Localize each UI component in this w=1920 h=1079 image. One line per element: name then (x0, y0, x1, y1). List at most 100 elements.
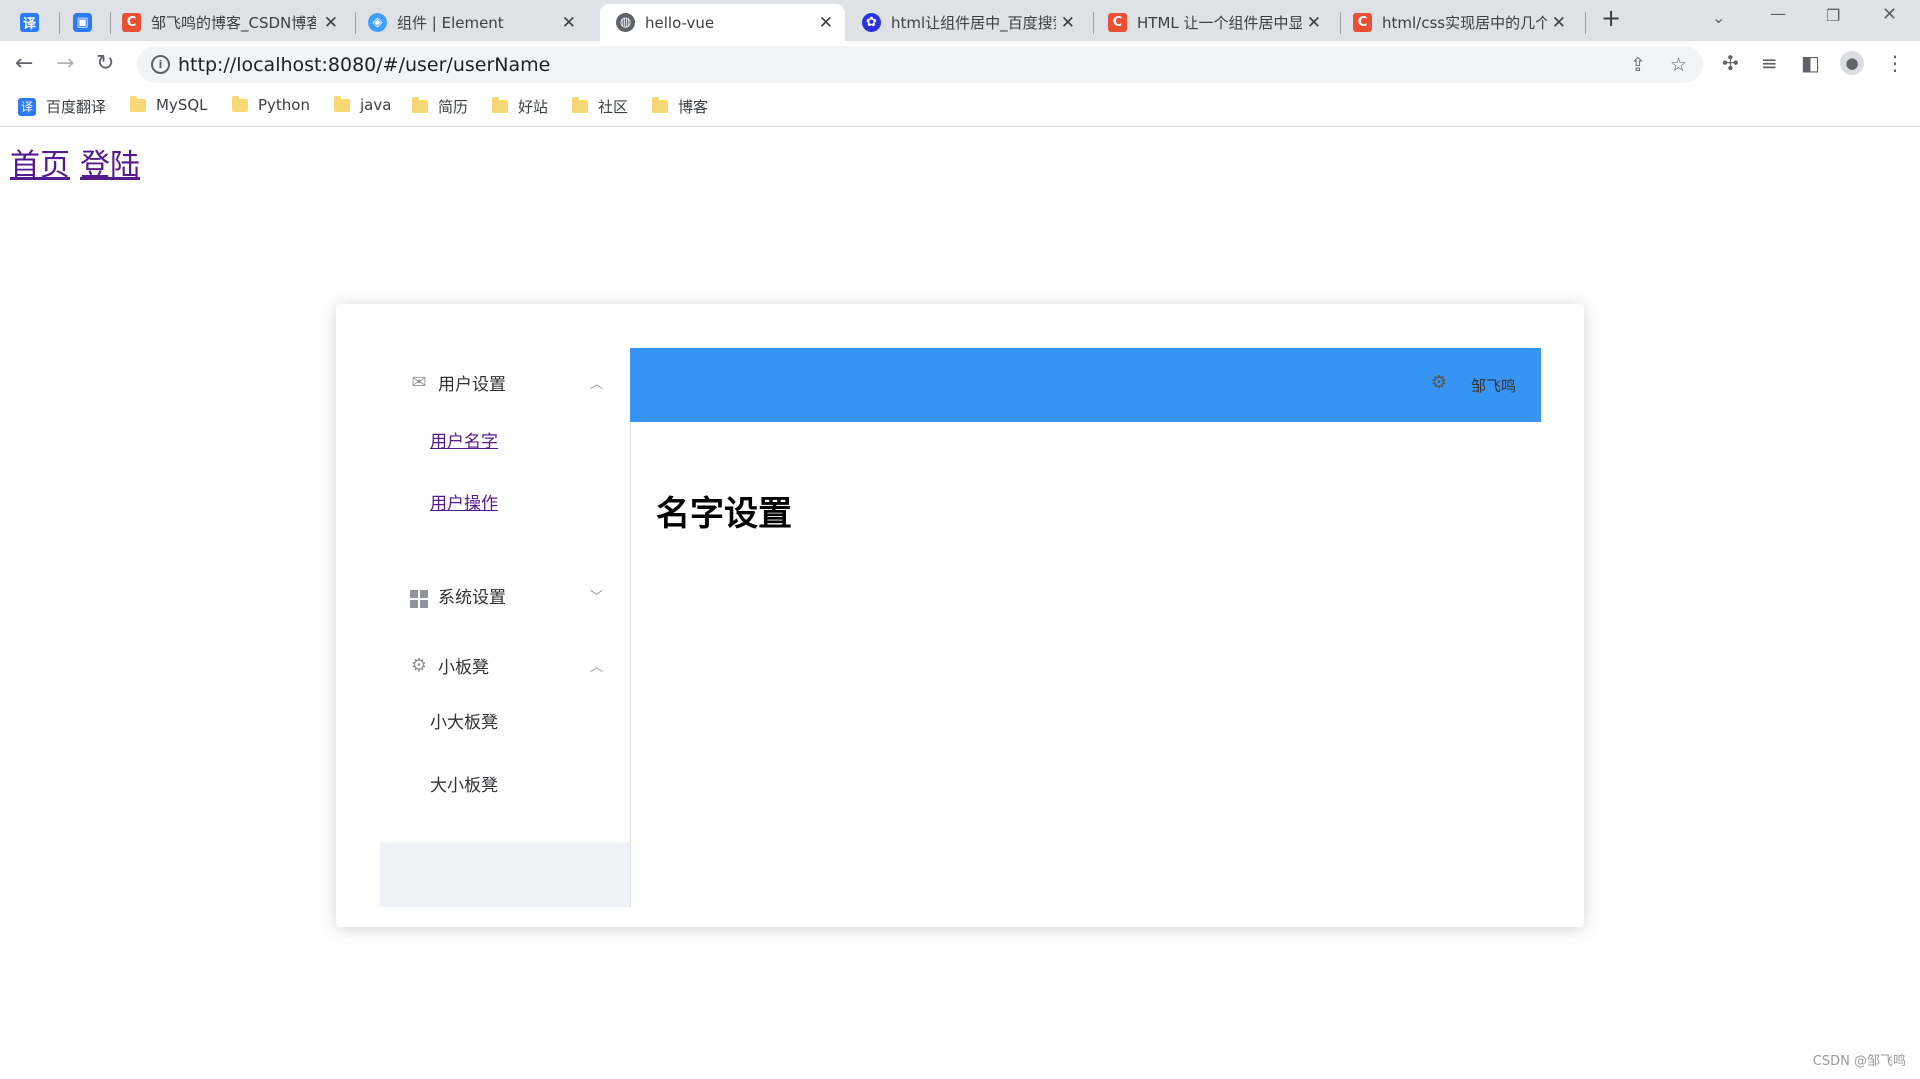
close-icon[interactable]: ✕ (562, 13, 576, 33)
tab-title: html/css实现居中的几个 (1382, 14, 1547, 32)
bookmark-mysql[interactable]: MySQL (130, 95, 208, 114)
reload-icon[interactable]: ↻ (96, 51, 114, 76)
tab-html-center[interactable]: C HTML 让一个组件居中显示 ✕ (1108, 4, 1333, 41)
close-icon[interactable]: ✕ (1061, 13, 1075, 33)
folder-icon (492, 97, 508, 113)
tab-baidu-search[interactable]: ✿ html让组件居中_百度搜索 ✕ (862, 4, 1087, 41)
globe-icon: ◍ (616, 13, 635, 32)
bookmarks-bar: 译 百度翻译 MySQL Python java 简历 好站 社区 博客 (0, 88, 1920, 127)
tab-divider (59, 12, 60, 34)
tab-title: 组件 | Element (397, 14, 504, 32)
bookmark-label: MySQL (156, 96, 208, 114)
message-icon: ✉ (411, 371, 427, 393)
bookmark-blog[interactable]: 博客 (652, 96, 708, 117)
browser-toolbar: ← → ↻ i http://localhost:8080/#/user/use… (0, 41, 1920, 88)
bookmark-java[interactable]: java (334, 95, 392, 114)
close-icon[interactable]: ✕ (324, 13, 338, 33)
tab-divider (110, 12, 111, 34)
side-panel-icon[interactable]: ◧ (1801, 51, 1820, 75)
tab-divider (1340, 12, 1341, 34)
profile-icon[interactable]: ● (1840, 51, 1864, 75)
csdn-icon: C (1108, 13, 1127, 32)
bilibili-icon: ▣ (73, 13, 92, 32)
tab-divider (1585, 12, 1586, 34)
tab-title: HTML 让一个组件居中显示 (1137, 14, 1302, 32)
bookmark-label: 好站 (518, 98, 549, 116)
bookmark-label: java (360, 96, 392, 114)
tab-css-center[interactable]: C html/css实现居中的几个 ✕ (1353, 4, 1578, 41)
back-icon[interactable]: ← (15, 51, 33, 76)
top-nav-links: 首页 登陆 (10, 140, 150, 184)
folder-icon (232, 95, 248, 112)
tab-csdn-blog[interactable]: C 邹飞鸣的博客_CSDN博客 ✕ (122, 4, 350, 41)
reading-list-icon[interactable]: ≡ (1761, 51, 1778, 75)
folder-icon (130, 95, 146, 112)
chevron-up-icon: ︿ (590, 376, 604, 392)
tab-bilibili[interactable]: ▣ (73, 4, 103, 41)
url-text[interactable]: http://localhost:8080/#/user/userName (178, 54, 550, 76)
menu-item-big-small-bench[interactable]: 大小板凳 (430, 766, 498, 806)
browser-tab-bar: 译 ▣ C 邹飞鸣的博客_CSDN博客 ✕ ◈ 组件 | Element ✕ ◍… (0, 0, 1920, 41)
share-icon[interactable]: ⇪ (1630, 54, 1646, 76)
bookmark-label: 百度翻译 (46, 98, 107, 116)
bookmark-label: Python (258, 96, 310, 114)
folder-icon (412, 97, 428, 113)
address-bar[interactable]: i http://localhost:8080/#/user/userName … (137, 46, 1703, 83)
menu-item-small-big-bench[interactable]: 小大板凳 (430, 703, 498, 743)
csdn-icon: C (1353, 13, 1372, 32)
settings-gear-icon[interactable]: ⚙ (1431, 372, 1447, 393)
page-title: 名字设置 (656, 494, 792, 534)
new-tab-icon[interactable]: + (1601, 4, 1621, 32)
login-link[interactable]: 登陆 (80, 148, 140, 183)
gear-icon: ⚙ (410, 654, 428, 676)
home-link[interactable]: 首页 (10, 148, 70, 183)
submenu-system-settings[interactable]: 系统设置 ﹀ (380, 567, 630, 623)
sidebar-menu: ✉ 用户设置 ︿ 用户名字 用户操作 系统设置 ﹀ ⚙ 小板凳 ︿ 小大板凳 大… (380, 348, 631, 907)
restore-icon[interactable]: ❐ (1826, 6, 1840, 25)
app-header: ⚙ 邹飞鸣 (630, 348, 1541, 422)
forward-icon[interactable]: → (56, 51, 74, 76)
close-icon[interactable]: ✕ (1552, 13, 1566, 33)
close-icon[interactable]: ✕ (819, 13, 833, 33)
folder-icon (652, 97, 668, 113)
tab-divider (355, 12, 356, 34)
bookmark-good-sites[interactable]: 好站 (492, 96, 548, 117)
translate-icon: 译 (20, 13, 39, 32)
tab-divider (1093, 12, 1094, 34)
translate-icon: 译 (18, 97, 36, 116)
csdn-icon: C (122, 13, 141, 32)
minimize-icon[interactable]: — (1770, 4, 1786, 23)
menu-kebab-icon[interactable]: ⋮ (1885, 51, 1905, 75)
submenu-label: 小板凳 (438, 657, 489, 678)
tab-hello-vue[interactable]: ◍ hello-vue ✕ (600, 4, 845, 41)
layout-card: ✉ 用户设置 ︿ 用户名字 用户操作 系统设置 ﹀ ⚙ 小板凳 ︿ 小大板凳 大… (336, 304, 1584, 927)
tab-title: hello-vue (645, 13, 715, 32)
menu-item-user-name[interactable]: 用户名字 (430, 422, 498, 462)
info-icon[interactable]: i (151, 55, 170, 74)
bookmark-python[interactable]: Python (232, 95, 310, 114)
tab-element[interactable]: ◈ 组件 | Element ✕ (368, 4, 588, 41)
close-window-icon[interactable]: ✕ (1882, 4, 1897, 25)
bookmark-baidu-translate[interactable]: 译 百度翻译 (18, 96, 106, 117)
watermark: CSDN @邹飞鸣 (1812, 1054, 1906, 1069)
menu-grid-icon (409, 582, 429, 608)
submenu-user-settings[interactable]: ✉ 用户设置 ︿ (380, 354, 630, 410)
tab-baidu-translate[interactable]: 译 (20, 4, 50, 41)
tab-title: html让组件居中_百度搜索 (891, 14, 1056, 32)
close-icon[interactable]: ✕ (1307, 13, 1321, 33)
bookmark-resume[interactable]: 简历 (412, 96, 468, 117)
tab-search-icon[interactable]: ⌄ (1712, 8, 1725, 27)
bookmark-community[interactable]: 社区 (572, 96, 628, 117)
extensions-icon[interactable]: ✣ (1722, 51, 1739, 75)
folder-icon (334, 95, 350, 112)
star-icon[interactable]: ☆ (1670, 54, 1687, 76)
submenu-small-bench[interactable]: ⚙ 小板凳 ︿ (380, 637, 630, 693)
chevron-up-icon: ︿ (590, 659, 604, 675)
bookmark-label: 社区 (598, 98, 629, 116)
bookmark-label: 简历 (438, 98, 469, 116)
sidebar-bottom-area (380, 842, 630, 907)
tab-title: 邹飞鸣的博客_CSDN博客 (151, 14, 316, 32)
folder-icon (572, 97, 588, 113)
baidu-icon: ✿ (862, 13, 881, 32)
menu-item-user-operation[interactable]: 用户操作 (430, 484, 498, 524)
